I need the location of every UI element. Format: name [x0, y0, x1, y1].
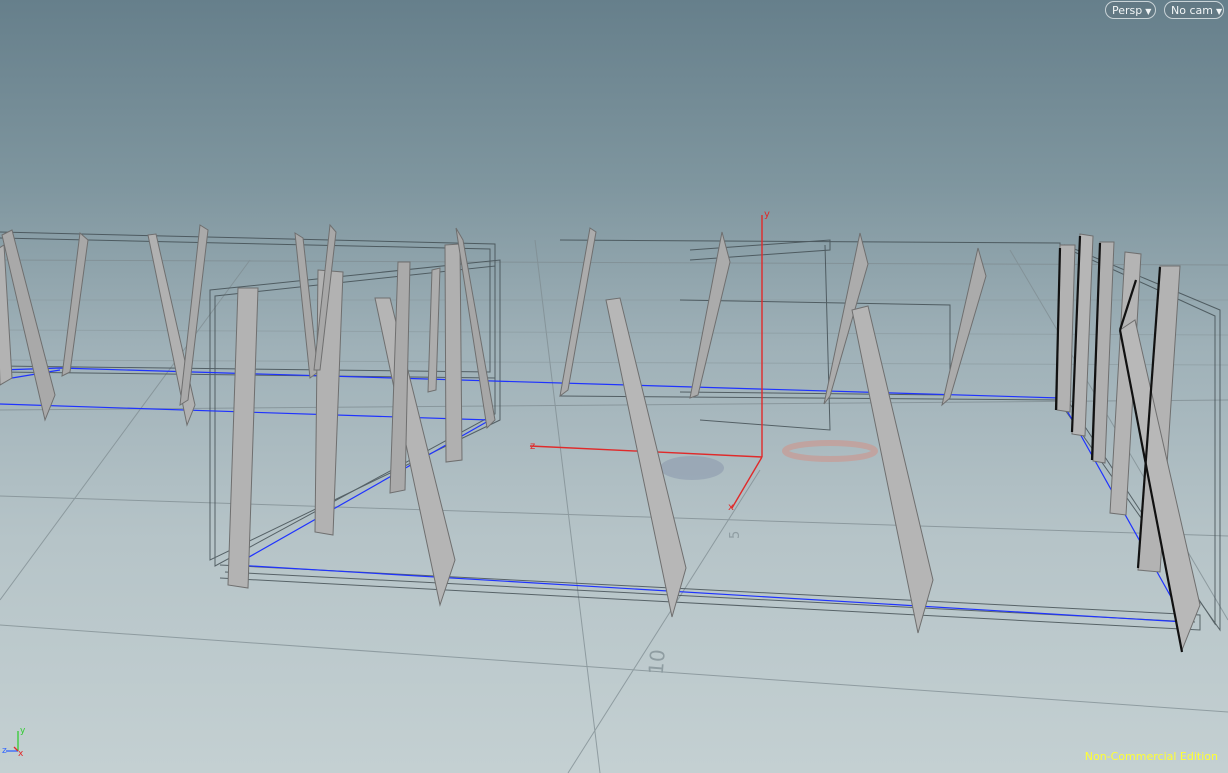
panels — [0, 223, 1201, 652]
3d-viewport[interactable]: y z x 5 10 Persp ▼ No cam ▼ y z x Non-Co… — [0, 0, 1228, 773]
grid-number-5: 5 — [728, 531, 743, 539]
wireframe-boxes — [0, 231, 1221, 632]
origin-marker — [660, 440, 878, 480]
z-axis-label: z — [530, 441, 535, 452]
gizmo-y-label: y — [20, 726, 26, 736]
chevron-down-icon: ▼ — [1215, 7, 1223, 16]
camera-view-menu-button[interactable]: Persp ▼ — [1105, 1, 1156, 19]
gizmo-x-label: x — [18, 749, 24, 757]
x-axis-label: x — [728, 502, 734, 513]
y-axis-label: y — [764, 209, 770, 220]
camera-select-label: No cam — [1171, 4, 1213, 17]
camera-select-button[interactable]: No cam ▼ — [1164, 1, 1224, 19]
gizmo-z-label: z — [2, 746, 7, 756]
x-axis-line — [731, 456, 763, 509]
axis-orientation-gizmo: y z x — [2, 726, 26, 757]
scene-canvas[interactable]: y z x 5 10 — [0, 0, 1228, 773]
chevron-down-icon: ▼ — [1145, 7, 1152, 16]
license-watermark: Non-Commercial Edition — [1084, 750, 1218, 763]
camera-view-label: Persp — [1112, 4, 1143, 17]
grid-number-10: 10 — [644, 648, 670, 675]
